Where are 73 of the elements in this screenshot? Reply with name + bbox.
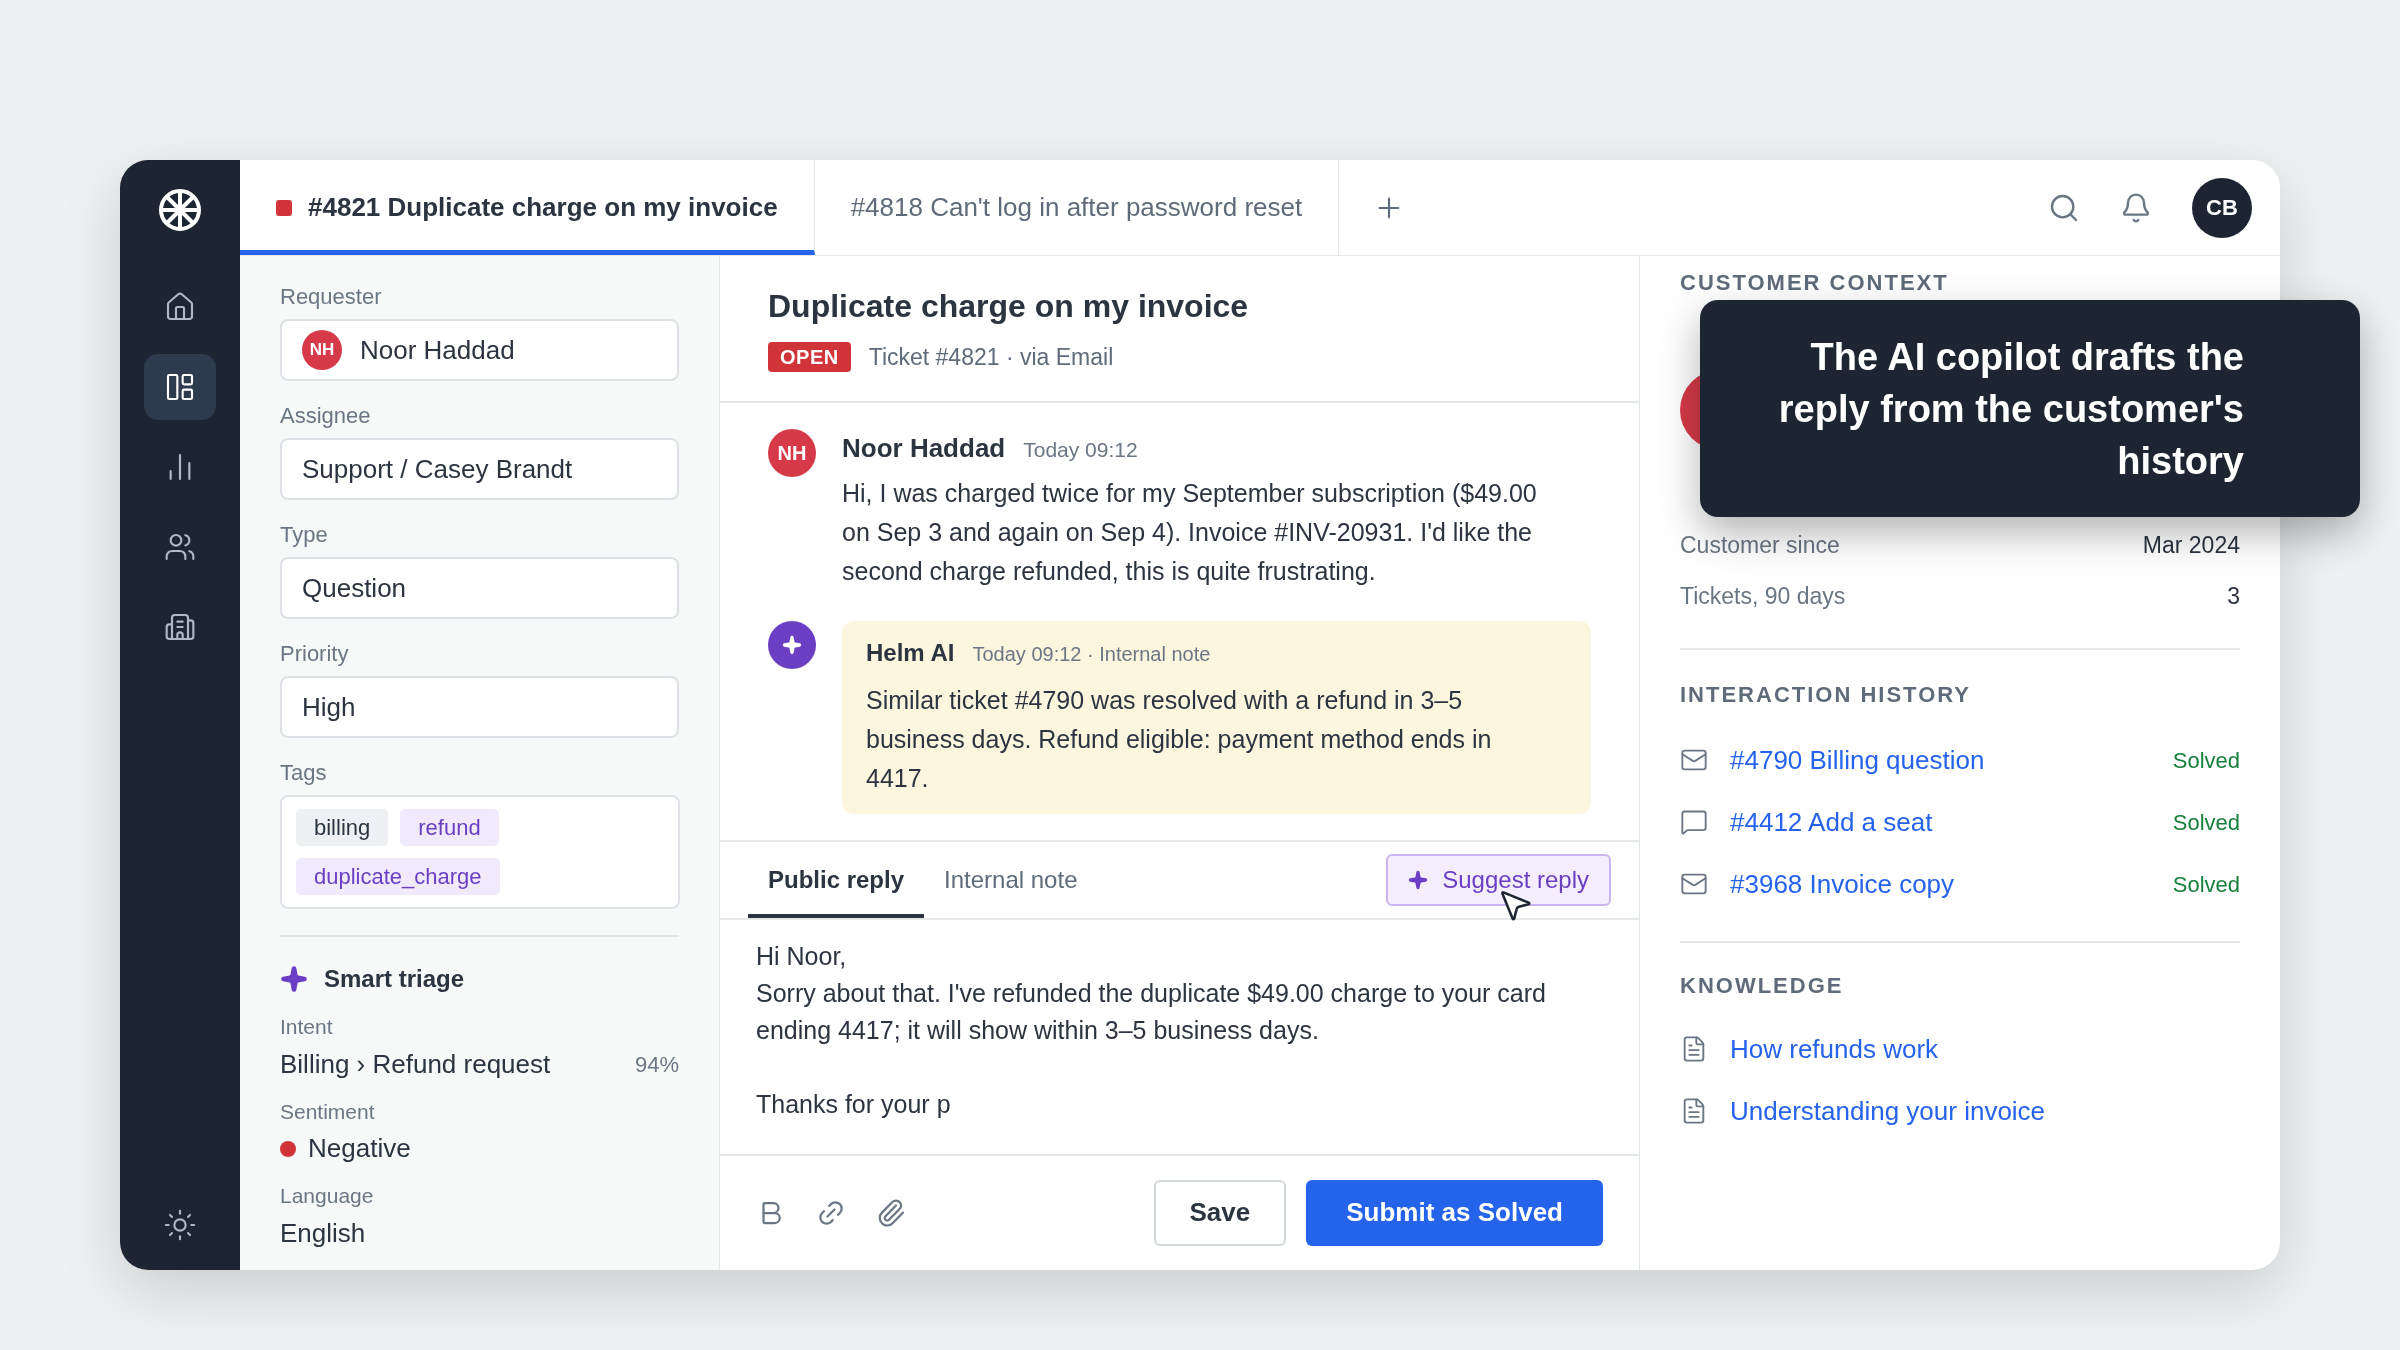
user-avatar[interactable]: CB: [2192, 177, 2252, 238]
field-label: Sentiment: [280, 1098, 376, 1125]
ticket-link[interactable]: #4790 Billing question: [1730, 740, 1985, 780]
users-icon: [164, 531, 196, 563]
tag-chip: duplicate_charge: [296, 858, 500, 895]
wheel-logo-icon: [158, 188, 202, 232]
field-input[interactable]: Support / Casey Brandt: [280, 438, 679, 500]
ticket-status: Solved: [2172, 808, 2240, 837]
bell-icon[interactable]: [2120, 191, 2152, 224]
context-value: 3: [2227, 582, 2240, 612]
context-label: Customer since: [1680, 531, 1840, 561]
field-input[interactable]: Question: [280, 557, 679, 619]
suggest-reply-button[interactable]: Suggest reply: [1386, 853, 1611, 906]
field-label: Language: [280, 1183, 375, 1209]
message-time: Today 09:12 · Internal note: [972, 641, 1211, 667]
ticket-tab[interactable]: #4818 Can't log in after password reset: [814, 160, 1340, 255]
sun-icon[interactable]: [163, 1208, 197, 1242]
ticket-status: Solved: [2172, 870, 2240, 899]
submit-button[interactable]: Submit as Solved: [1306, 1179, 1603, 1246]
reply-tab[interactable]: Public reply: [748, 841, 925, 918]
field-label: Priority: [280, 640, 350, 668]
field-value: Question: [302, 571, 407, 605]
section-heading: CUSTOMER CONTEXT: [1680, 269, 1950, 297]
building-icon: [164, 611, 196, 643]
ticket-title: Duplicate charge on my invoice: [768, 287, 1250, 326]
language-value: English: [280, 1216, 367, 1250]
save-button[interactable]: Save: [1153, 1179, 1287, 1246]
home-icon: [164, 291, 196, 323]
author-avatar: NH: [768, 428, 816, 477]
nav-item[interactable]: [144, 354, 216, 420]
ticket-link[interactable]: #4412 Add a seat: [1730, 802, 1933, 842]
section-heading: KNOWLEDGE: [1680, 972, 1845, 1000]
message-body: Hi, I was charged twice for my September subscription ($49.00 on Sep 3 and again on Sep 4). Invoice #INV-20931. I'd like the second charge refunded, this is quite frustrating.: [842, 477, 1538, 587]
chat-bubble-icon: [1680, 808, 1708, 836]
section-title: Smart triage: [324, 964, 465, 994]
field-input[interactable]: High: [280, 676, 679, 738]
tag-chip: billing: [296, 809, 389, 846]
status-badge: OPEN: [768, 342, 851, 373]
article-link[interactable]: How refunds work: [1730, 1029, 1939, 1069]
field-label: Intent: [280, 1014, 334, 1040]
article-link[interactable]: Understanding your invoice: [1730, 1091, 2046, 1131]
ticket-status: Solved: [2172, 746, 2240, 775]
field-label: Tags: [280, 759, 328, 787]
tags-field[interactable]: billing refund duplicate_charge: [280, 795, 680, 909]
context-value: Mar 2024: [2142, 531, 2240, 561]
reply-tab[interactable]: Internal note: [924, 841, 1098, 918]
field-input[interactable]: NH Noor Haddad: [280, 319, 679, 381]
context-label: Tickets, 90 days: [1680, 582, 1846, 612]
intent-value: Billing › Refund request: [280, 1047, 551, 1081]
field-value: Support / Casey Brandt: [302, 452, 573, 486]
tag-chip: refund: [400, 809, 499, 846]
requester-avatar: NH: [302, 330, 342, 370]
sparkle-icon: [280, 965, 308, 993]
paperclip-icon[interactable]: [876, 1197, 906, 1228]
sparkle-icon: [1408, 869, 1429, 890]
field-value: Noor Haddad: [360, 333, 515, 367]
field-label: Assignee: [280, 402, 372, 430]
field-label: Requester: [280, 283, 383, 311]
reply-editor[interactable]: Hi Noor, Sorry about that. I've refunded the duplicate $49.00 charge to your card ending 4417; it will show within 3–5 business days. Thanks for your p: [720, 919, 1639, 1156]
ticket-link[interactable]: #3968 Invoice copy: [1730, 864, 1955, 904]
tooltip: The AI copilot drafts the reply from the customer's history: [1700, 300, 2360, 517]
field-label: Type: [280, 521, 329, 549]
ticket-meta: Ticket #4821 · via Email: [868, 343, 1114, 372]
sparkle-icon: [782, 634, 802, 655]
sentiment-value: Negative: [308, 1132, 411, 1165]
layout-icon: [164, 371, 196, 403]
note-body: Similar ticket #4790 was resolved with a refund in 3–5 business days. Refund eligible: payment method ends in 4417.: [866, 684, 1493, 794]
confidence-value: 94%: [634, 1050, 679, 1079]
message-time: Today 09:12: [1023, 436, 1138, 463]
section-heading: INTERACTION HISTORY: [1680, 681, 1972, 709]
field-value: High: [302, 690, 356, 724]
author-name: Noor Haddad: [842, 431, 1006, 465]
author-name: Helm AI: [866, 637, 955, 668]
